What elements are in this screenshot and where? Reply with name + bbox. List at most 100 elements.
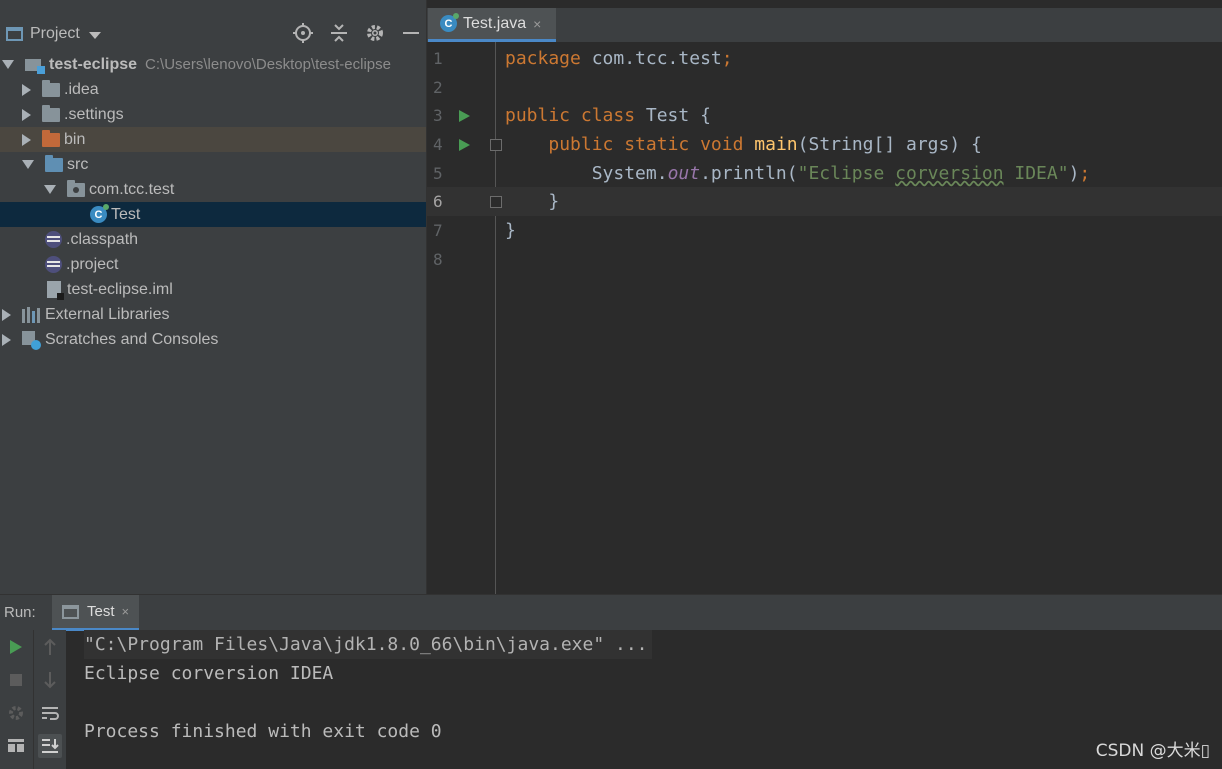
run-gutter-icon[interactable] [459, 138, 470, 151]
layout-icon [8, 739, 24, 752]
code-line: 5 System.out.println("Eclipse corversion… [427, 159, 1222, 188]
tree-item-label: .classpath [66, 230, 139, 248]
tree-item-label: test-eclipse [49, 55, 138, 73]
scratches-icon [22, 330, 41, 350]
line-number: 3 [433, 106, 443, 125]
scroll-to-end-button[interactable] [38, 734, 62, 758]
code-text: } [505, 220, 516, 241]
run-gutter-icon[interactable] [459, 109, 470, 122]
tab-label: Test.java [463, 14, 527, 32]
play-icon [10, 640, 22, 654]
run-tab-test[interactable]: Test × [52, 595, 140, 631]
expand-arrow-icon[interactable] [2, 60, 14, 69]
console-line: Process finished with exit code 0 [84, 721, 442, 742]
tree-item-settings[interactable]: .settings [0, 102, 426, 127]
gear-icon[interactable] [364, 22, 386, 44]
java-class-icon: C [90, 204, 109, 223]
up-stack-button[interactable] [38, 635, 62, 659]
tree-item-src[interactable]: src [0, 152, 426, 177]
fold-marker-icon[interactable] [490, 195, 502, 208]
line-number: 7 [433, 221, 443, 240]
source-folder-icon [45, 154, 63, 172]
rerun-button[interactable] [4, 635, 28, 659]
eclipse-file-icon [45, 256, 62, 273]
close-icon[interactable]: × [122, 604, 130, 619]
package-icon [67, 179, 85, 197]
console-output[interactable]: "C:\Program Files\Java\jdk1.8.0_66\bin\j… [84, 630, 652, 746]
tree-item-project[interactable]: .project [0, 252, 426, 277]
project-header-toolbar [292, 22, 422, 44]
stop-button[interactable] [4, 668, 28, 692]
tree-item-label: .project [66, 255, 119, 273]
tree-item-label: test-eclipse.iml [67, 280, 173, 298]
arrow-up-icon [44, 638, 56, 655]
project-panel-header: Project [0, 16, 426, 52]
console-icon [62, 604, 79, 619]
code-line: 2 [427, 73, 1222, 102]
line-number: 5 [433, 164, 443, 183]
layout-button[interactable] [4, 734, 28, 758]
tree-item-iml[interactable]: test-eclipse.iml [0, 277, 426, 302]
tree-item-label: bin [64, 130, 86, 148]
code-text: public static void main(String[] args) { [548, 134, 982, 155]
tree-item-label: External Libraries [45, 305, 170, 323]
code-line: 3 public class Test { [427, 101, 1222, 130]
line-number: 1 [433, 49, 443, 68]
expand-arrow-icon[interactable] [22, 160, 34, 169]
watermark: CSDN @大米▯ [1095, 741, 1210, 761]
expand-arrow-icon[interactable] [44, 185, 56, 194]
code-text: package com.tcc.test; [505, 48, 733, 69]
code-line: 4 public static void main(String[] args)… [427, 130, 1222, 159]
close-icon[interactable]: × [533, 16, 541, 32]
expand-arrow-icon[interactable] [22, 108, 31, 121]
tree-item-package[interactable]: com.tcc.test [0, 177, 426, 202]
tree-item-scratches[interactable]: Scratches and Consoles [0, 327, 426, 352]
tree-item-label: src [67, 155, 89, 173]
run-panel-header: Run: Test × [0, 594, 1222, 631]
locate-file-icon[interactable] [292, 22, 314, 44]
gear-icon [9, 706, 23, 720]
fold-marker-icon[interactable] [490, 138, 502, 151]
tree-item-test-eclipse[interactable]: test-eclipse C:\Users\lenovo\Desktop\tes… [0, 52, 426, 77]
code-line-current: 6 } [427, 187, 1222, 216]
down-stack-button[interactable] [38, 668, 62, 692]
run-toolbar [0, 630, 66, 769]
run-panel: Run: Test × "C:\Program Files\Java\jdk1.… [0, 594, 1222, 769]
run-label: Run: [4, 604, 36, 621]
console-command-line[interactable]: "C:\Program Files\Java\jdk1.8.0_66\bin\j… [84, 630, 652, 659]
library-icon [22, 306, 40, 323]
code-text: System.out.println("Eclipse corversion I… [591, 163, 1091, 184]
project-title: Project [30, 25, 80, 42]
line-number: 6 [433, 192, 443, 211]
collapse-all-icon[interactable] [328, 22, 350, 44]
project-tree: test-eclipse C:\Users\lenovo\Desktop\tes… [0, 52, 426, 352]
tree-item-label: .idea [64, 80, 99, 98]
run-toolbar-right [33, 630, 66, 769]
code-line: 1 package com.tcc.test; [427, 44, 1222, 73]
expand-arrow-icon[interactable] [2, 333, 11, 346]
tree-item-test-class[interactable]: C Test [0, 202, 426, 227]
module-path: C:\Users\lenovo\Desktop\test-eclipse [145, 56, 391, 73]
tree-item-idea[interactable]: .idea [0, 77, 426, 102]
expand-arrow-icon[interactable] [2, 308, 11, 321]
line-number: 8 [433, 250, 443, 269]
stop-icon [10, 674, 22, 686]
project-window-icon [6, 27, 23, 41]
soft-wrap-button[interactable] [38, 701, 62, 725]
expand-arrow-icon[interactable] [22, 83, 31, 96]
code-line: 8 [427, 245, 1222, 274]
hide-panel-icon[interactable] [400, 22, 422, 44]
run-tab-label: Test [87, 603, 115, 620]
project-view-selector[interactable]: Project [6, 25, 101, 43]
tree-item-bin[interactable]: bin [0, 127, 426, 152]
tree-item-classpath[interactable]: .classpath [0, 227, 426, 252]
tree-item-label: Test [111, 205, 141, 223]
code-text: public class Test { [505, 105, 711, 126]
tree-item-external-libraries[interactable]: External Libraries [0, 302, 426, 327]
tree-item-label: .settings [64, 105, 124, 123]
tab-test-java[interactable]: C Test.java × [428, 8, 556, 42]
code-editor[interactable]: 1 package com.tcc.test; 2 3 public class… [427, 42, 1222, 594]
settings-button[interactable] [4, 701, 28, 725]
expand-arrow-icon[interactable] [22, 133, 31, 146]
